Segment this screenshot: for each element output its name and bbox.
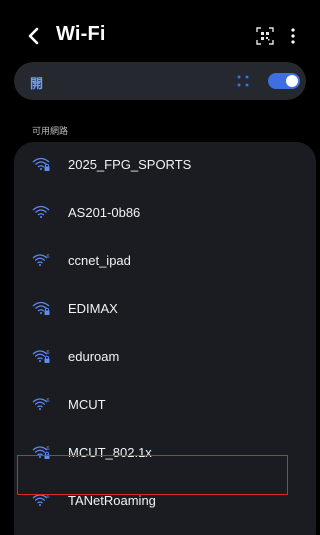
chevron-left-icon[interactable] [26,26,42,46]
svg-text:6: 6 [47,350,50,356]
network-ssid: TANetRoaming [68,493,156,508]
wifi-toggle-label: 開 [30,76,44,91]
network-item-eduroam[interactable]: 6 eduroam [14,334,316,382]
network-ssid: MCUT [68,397,106,412]
wifi-switch[interactable] [268,73,300,89]
wifi-toggle-bar[interactable]: 開 [14,62,306,100]
network-ssid: eduroam [68,349,120,364]
wifi-icon [32,205,50,218]
svg-text:6: 6 [47,254,50,260]
network-ssid: 2025_FPG_SPORTS [68,157,192,172]
network-item-mcut[interactable]: 6 MCUT [14,382,316,430]
wifi-6-icon: 6 [32,254,50,266]
wifi-locked-icon [32,157,50,171]
network-ssid: AS201-0b86 [68,205,141,220]
header-bar: Wi-Fi [0,0,320,60]
more-vertical-icon[interactable] [288,26,298,46]
grid-dots-icon[interactable] [236,74,250,88]
wifi-6-locked-icon: 6 [32,350,50,363]
network-item-as201-0b86[interactable]: AS201-0b86 [14,190,316,238]
network-item-edimax[interactable]: EDIMAX [14,286,316,334]
highlight-box [17,455,288,495]
wifi-settings-screen: Wi-Fi 開 可用網路 2025_FPG_SPORTS AS201-0b86 … [0,0,320,535]
network-ssid: ccnet_ipad [68,253,131,268]
network-item-ccnet-ipad[interactable]: 6 ccnet_ipad [14,238,316,286]
network-item-2025-fpg-sports[interactable]: 2025_FPG_SPORTS [14,142,316,190]
available-networks-label: 可用網路 [32,126,69,136]
page-title: Wi-Fi [56,23,106,45]
switch-knob [286,75,298,87]
network-ssid: EDIMAX [68,301,118,316]
svg-text:6: 6 [47,398,50,404]
svg-text:6: 6 [47,446,50,452]
wifi-6-icon: 6 [32,398,50,410]
qr-scan-icon[interactable] [256,27,274,45]
wifi-locked-icon [32,301,50,315]
